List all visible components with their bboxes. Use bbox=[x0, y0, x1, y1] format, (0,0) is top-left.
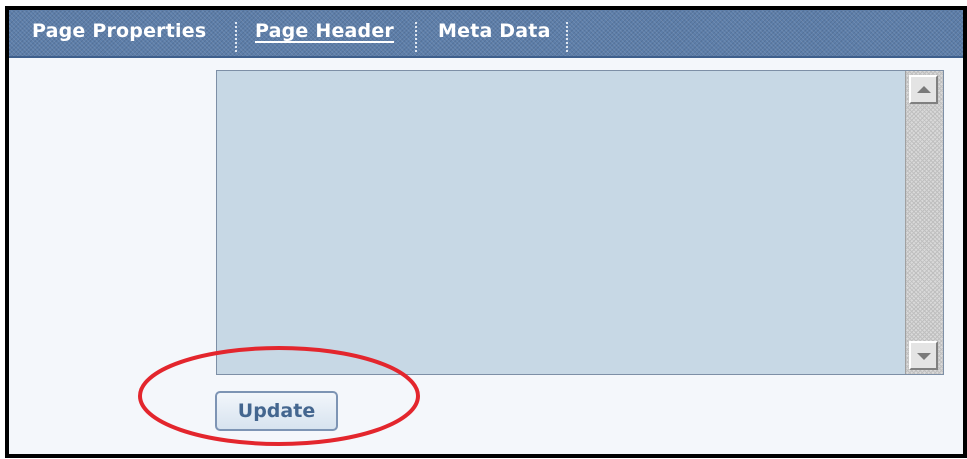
scroll-down-button[interactable] bbox=[909, 341, 938, 370]
scroll-up-button[interactable] bbox=[909, 75, 938, 104]
arrow-up-icon bbox=[917, 86, 931, 93]
vertical-scrollbar[interactable] bbox=[905, 71, 943, 374]
tab-separator bbox=[415, 22, 417, 52]
tab-separator bbox=[235, 22, 237, 52]
tab-separator bbox=[566, 22, 568, 52]
tab-meta-data[interactable]: Meta Data bbox=[438, 20, 551, 42]
update-button[interactable]: Update bbox=[215, 391, 338, 431]
page-header-panel: Page Properties Page Header Meta Data Up… bbox=[5, 6, 967, 458]
tab-page-header[interactable]: Page Header bbox=[255, 20, 394, 42]
tab-page-properties[interactable]: Page Properties bbox=[32, 20, 206, 42]
arrow-down-icon bbox=[917, 353, 931, 360]
header-textarea[interactable] bbox=[217, 71, 906, 374]
header-editor bbox=[216, 70, 944, 375]
tab-bar: Page Properties Page Header Meta Data bbox=[9, 10, 963, 58]
